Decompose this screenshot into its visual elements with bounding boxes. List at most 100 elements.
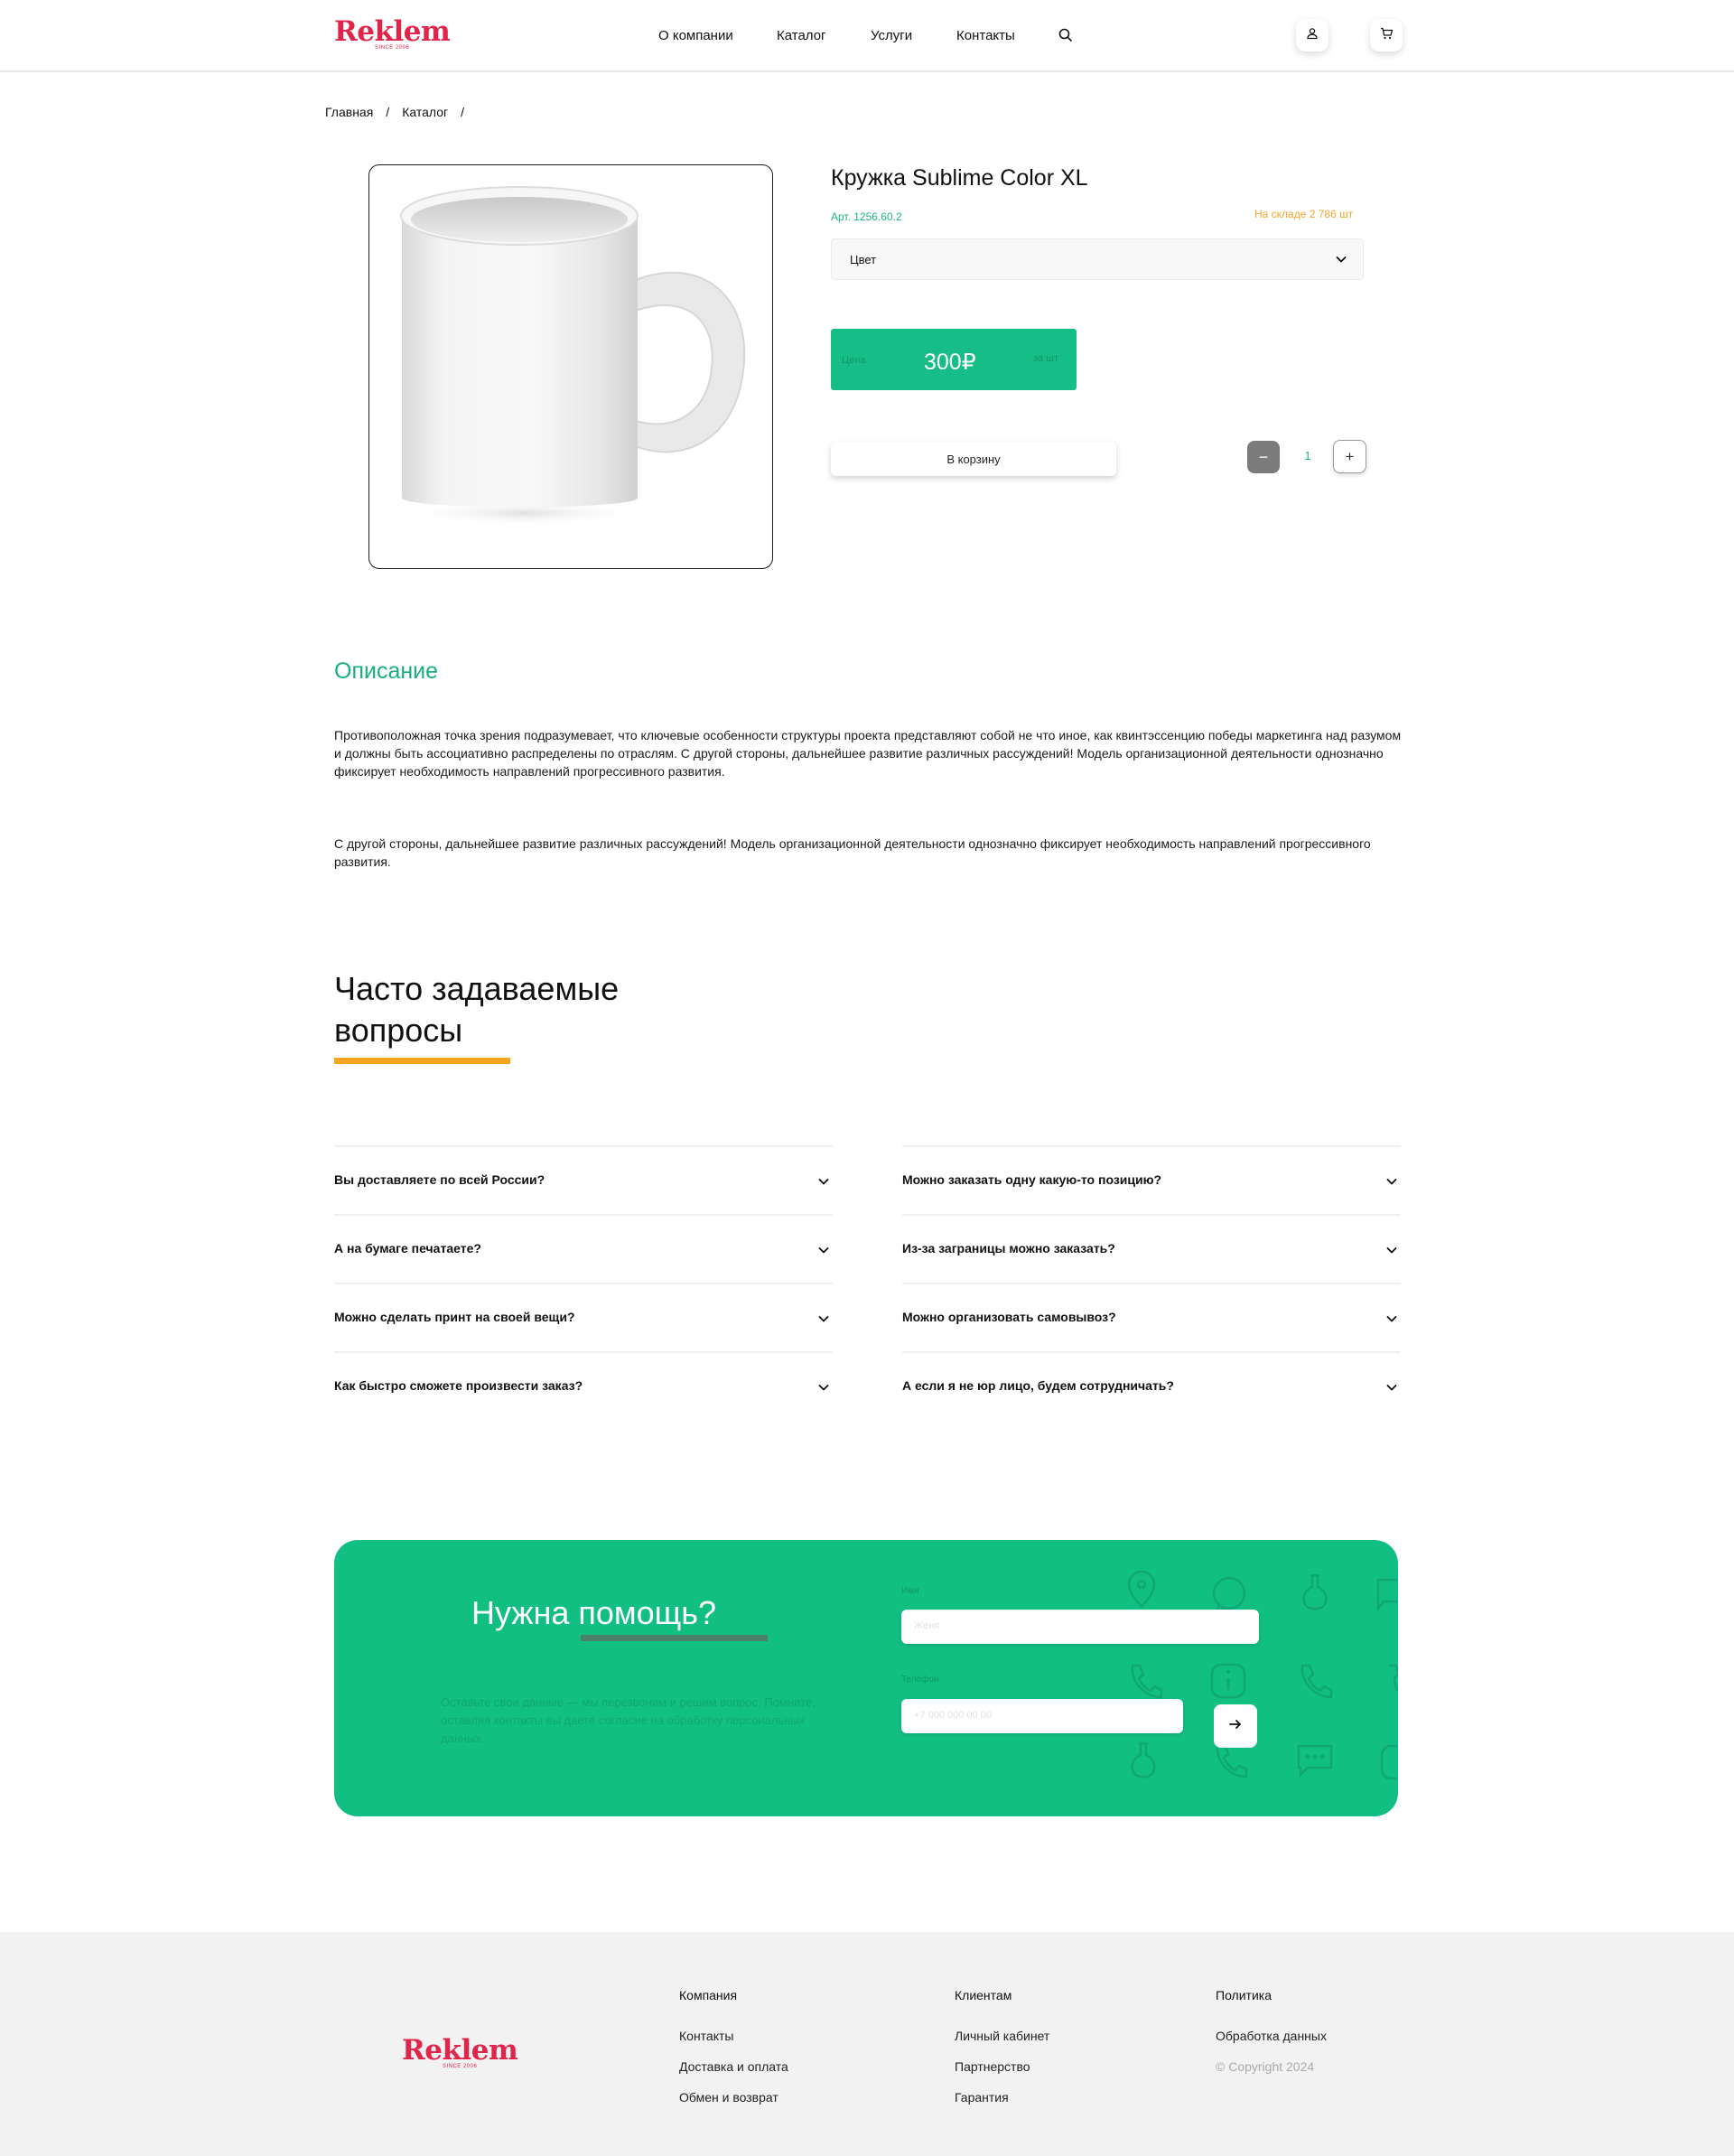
faq-question: А на бумаге печатаете? [334,1241,481,1255]
cart-icon [1380,27,1394,44]
faq-question: Как быстро сможете произвести заказ? [334,1378,583,1393]
description-paragraph: С другой стороны, дальнейшее развитие ра… [334,836,1371,869]
chat-bubble-icon [1376,1578,1398,1612]
site-footer: Reklem SINCE 2006 Компания Контакты Дост… [0,1932,1734,2156]
footer-link-account[interactable]: Личный кабинет [955,2028,1049,2058]
breadcrumb-separator: / [386,105,390,119]
faq-item[interactable]: Можно заказать одну какую-то позицию? [902,1145,1401,1214]
faq-title-underline [334,1058,510,1064]
faq-question: Можно сделать принт на своей вещи? [334,1310,575,1324]
chevron-down-icon [1384,1174,1399,1193]
faq-item[interactable]: Вы доставляете по всей России? [334,1145,833,1214]
chat-bubble-icon [1212,1576,1246,1614]
flask-icon [1131,1741,1156,1778]
location-pin-icon [1127,1571,1156,1609]
quantity-decrease-button[interactable]: − [1247,441,1280,473]
faq-item[interactable]: А если я не юр лицо, будем сотрудничать? [902,1351,1401,1420]
color-select-label: Цвет [850,253,877,266]
price-value: 300₽ [924,350,976,375]
footer-logo[interactable]: Reklem SINCE 2006 [402,2037,518,2070]
cart-button[interactable] [1370,19,1403,51]
footer-link-data-processing[interactable]: Обработка данных [1216,2028,1327,2058]
search-icon[interactable] [1057,26,1075,44]
chat-dots-icon [1297,1744,1333,1778]
info-icon [1380,1744,1398,1780]
footer-link-contacts[interactable]: Контакты [679,2028,788,2058]
price-box: Цена 300₽ за шт [831,329,1077,390]
price-unit: за шт [1033,353,1059,364]
breadcrumb-home[interactable]: Главная [325,105,373,119]
flask-icon [1302,1573,1328,1610]
name-field-placeholder: Женя [914,1620,940,1631]
breadcrumb: Главная / Каталог / [325,105,464,119]
nav-services[interactable]: Услуги [871,28,912,43]
breadcrumb-catalog[interactable]: Каталог [402,105,448,119]
footer-column-heading: Клиентам [955,1988,1012,2002]
mug-illustration [400,186,746,526]
quantity-value[interactable]: 1 [1300,449,1315,462]
footer-column-company: Компания Контакты Доставка и оплата Обме… [679,1988,788,2120]
submit-button[interactable] [1214,1704,1257,1748]
footer-link-delivery[interactable]: Доставка и оплата [679,2058,788,2089]
help-title: Нужна помощь? [471,1594,717,1631]
faq-item[interactable]: Можно организовать самовывоз? [902,1283,1401,1351]
phone-icon [1131,1664,1163,1699]
nav-catalog[interactable]: Каталог [777,28,826,43]
info-icon [1210,1663,1246,1699]
name-field[interactable]: Женя [901,1610,1259,1644]
chevron-down-icon [816,1174,831,1193]
site-header: Reklem SINCE 2006 О компании Каталог Усл… [0,0,1734,72]
copyright-text: © Copyright 2024 [1216,2059,1315,2074]
footer-link-warranty[interactable]: Гарантия [955,2089,1049,2120]
help-title-underline [581,1635,768,1641]
description-paragraph: Противоположная точка зрения подразумева… [334,728,1402,779]
nav-about[interactable]: О компании [658,28,733,43]
footer-column-heading: Политика [1216,1988,1272,2002]
chevron-down-icon [816,1243,831,1262]
chevron-down-icon [816,1380,831,1399]
faq-item[interactable]: Как быстро сможете произвести заказ? [334,1351,833,1420]
faq-question: Можно заказать одну какую-то позицию? [902,1172,1162,1187]
description-title: Описание [334,658,439,684]
name-field-label: Имя [901,1586,919,1596]
breadcrumb-separator: / [461,105,464,119]
quantity-increase-button[interactable]: + [1333,440,1366,473]
arrow-right-icon [1228,1717,1243,1736]
phone-icon [1389,1664,1398,1692]
chevron-down-icon [1384,1243,1399,1262]
faq-item[interactable]: Из-за заграницы можно заказать? [902,1214,1401,1283]
faq-question: Вы доставляете по всей России? [334,1172,545,1187]
help-description: Оставьте свои данные — мы перезвоним и р… [441,1695,816,1745]
faq-item[interactable]: А на бумаге печатаете? [334,1214,833,1283]
chevron-down-icon [816,1311,831,1330]
footer-column-clients: Клиентам Личный кабинет Партнерство Гара… [955,1988,1049,2120]
faq-question: Можно организовать самовывоз? [902,1310,1116,1324]
product-title: Кружка Sublime Color XL [831,165,1088,191]
plus-icon: + [1345,447,1355,465]
product-image[interactable] [368,164,773,569]
faq-item[interactable]: Можно сделать принт на своей вещи? [334,1283,833,1351]
phone-field-placeholder: +7 000 000 00 00 [914,1710,992,1721]
help-form-section: Нужна помощь? Оставьте свои данные — мы … [334,1540,1398,1816]
faq-question: А если я не юр лицо, будем сотрудничать? [902,1378,1174,1393]
chevron-down-icon [1334,252,1348,271]
product-article: Арт. 1256.60.2 [831,210,902,223]
chevron-down-icon [1384,1380,1399,1399]
brand-logo[interactable]: Reklem SINCE 2006 [334,18,451,51]
nav-contacts[interactable]: Контакты [956,28,1015,43]
user-icon [1306,27,1319,44]
price-label: Цена [842,355,866,366]
phone-icon [1300,1664,1333,1699]
footer-link-partnership[interactable]: Партнерство [955,2058,1049,2089]
chevron-down-icon [1384,1311,1399,1330]
footer-column-heading: Компания [679,1988,738,2002]
faq-title: Часто задаваемые вопросы [334,970,620,1049]
faq-question: Из-за заграницы можно заказать? [902,1241,1115,1255]
footer-link-returns[interactable]: Обмен и возврат [679,2089,788,2120]
phone-field[interactable]: +7 000 000 00 00 [901,1699,1183,1733]
account-button[interactable] [1296,19,1328,51]
minus-icon: − [1258,447,1269,466]
add-to-cart-button[interactable]: В корзину [831,442,1116,476]
footer-column-policy: Политика Обработка данных © Copyright 20… [1216,1988,1327,2089]
color-select[interactable]: Цвет [831,238,1364,280]
